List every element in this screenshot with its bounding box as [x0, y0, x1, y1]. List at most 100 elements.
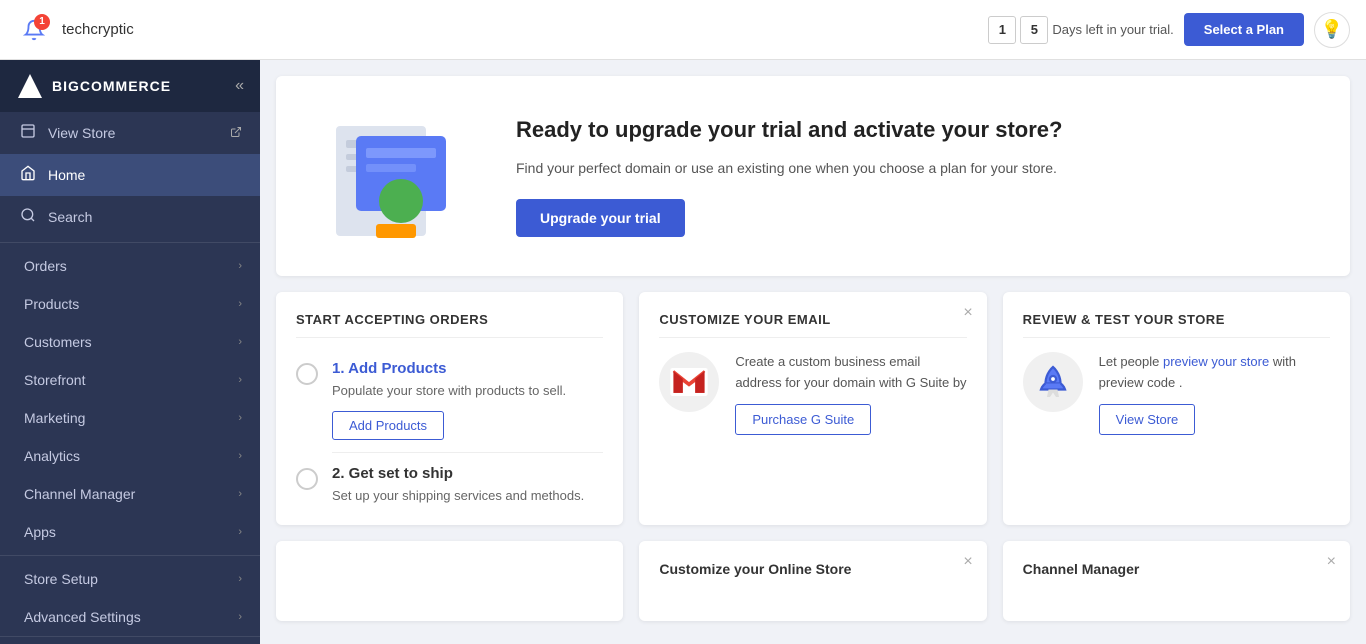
step1-content: 1. Add Products Populate your store with… — [332, 360, 566, 440]
email-card: × Customize your email — [639, 292, 986, 525]
chevron-right-icon: › — [238, 260, 242, 272]
trial-day2: 5 — [1020, 16, 1048, 44]
gmail-icon — [659, 352, 719, 412]
sidebar-item-products[interactable]: Products › — [0, 285, 260, 323]
start-orders-card: START ACCEPTING ORDERS 1. Add Products P… — [276, 292, 623, 525]
upgrade-text: Ready to upgrade your trial and activate… — [516, 115, 1310, 237]
notification-icon[interactable]: 1 — [16, 12, 52, 48]
layout: BIGCOMMERCE « View Store Home — [0, 60, 1366, 644]
sidebar-item-label: View Store — [48, 125, 220, 141]
review-card: Review & test your store Let peopl — [1003, 292, 1350, 525]
sidebar-item-customers[interactable]: Customers › — [0, 323, 260, 361]
chevron-right-icon: › — [238, 374, 242, 386]
search-icon — [18, 207, 38, 227]
email-card-body: Create a custom business email address f… — [659, 352, 966, 435]
channel-manager-card: × Channel Manager — [1003, 541, 1350, 621]
sidebar-item-label: Search — [48, 209, 242, 225]
trial-label: Days left in your trial. — [1052, 22, 1173, 37]
sidebar-divider-2 — [0, 555, 260, 556]
step2-desc: Set up your shipping services and method… — [332, 486, 584, 506]
email-desc: Create a custom business email address f… — [735, 352, 966, 394]
chevron-right-icon: › — [238, 611, 242, 623]
sidebar-item-channel-manager[interactable]: Channel Manager › — [0, 475, 260, 513]
sidebar-item-marketing[interactable]: Marketing › — [0, 399, 260, 437]
menu-item-label: Customers — [24, 334, 92, 350]
menu-item-label: Apps — [24, 524, 56, 540]
sidebar-item-store-setup[interactable]: Store Setup › — [0, 560, 260, 598]
sidebar-divider — [0, 242, 260, 243]
review-desc: Let people preview your store with previ… — [1099, 352, 1330, 394]
review-card-title: Review & test your store — [1023, 312, 1330, 338]
logo-text: BIGCOMMERCE — [52, 78, 171, 94]
main-content: Ready to upgrade your trial and activate… — [260, 60, 1366, 644]
purchase-gsuite-button[interactable]: Purchase G Suite — [735, 404, 871, 435]
trial-days: 1 5 Days left in your trial. — [988, 16, 1173, 44]
step2-content: 2. Get set to ship Set up your shipping … — [332, 465, 584, 506]
bigcommerce-logo-icon — [16, 72, 44, 100]
topbar-left: 1 techcryptic — [16, 12, 976, 48]
email-text-area: Create a custom business email address f… — [735, 352, 966, 435]
review-card-body: Let people preview your store with previ… — [1023, 352, 1330, 435]
review-text-area: Let people preview your store with previ… — [1099, 352, 1330, 435]
upgrade-trial-button[interactable]: Upgrade your trial — [516, 199, 685, 237]
topbar-right: 1 5 Days left in your trial. Select a Pl… — [988, 12, 1350, 48]
order-steps: 1. Add Products Populate your store with… — [296, 352, 603, 505]
rocket-svg — [1035, 364, 1071, 400]
channel-manager-card-close-button[interactable]: × — [1327, 553, 1336, 571]
menu-item-label: Marketing — [24, 410, 85, 426]
select-plan-button[interactable]: Select a Plan — [1184, 13, 1304, 46]
step1-title: 1. Add Products — [332, 360, 566, 377]
add-products-button[interactable]: Add Products — [332, 411, 444, 440]
logo-icon — [16, 72, 44, 100]
chevron-right-icon: › — [238, 573, 242, 585]
menu-item-label: Channel Manager — [24, 486, 135, 502]
sidebar-item-search[interactable]: Search — [0, 196, 260, 238]
sidebar-item-label: Home — [48, 167, 242, 183]
sidebar-item-apps[interactable]: Apps › — [0, 513, 260, 551]
menu-item-label: Store Setup — [24, 571, 98, 587]
logo-area: BIGCOMMERCE — [16, 72, 171, 100]
chevron-right-icon: › — [238, 450, 242, 462]
gmail-svg — [670, 368, 708, 396]
sidebar-item-orders[interactable]: Orders › — [0, 247, 260, 285]
sidebar-item-storefront[interactable]: Storefront › — [0, 361, 260, 399]
empty-card-left — [276, 541, 623, 621]
sidebar-item-advanced-settings[interactable]: Advanced Settings › — [0, 598, 260, 636]
online-store-card-title: Customize your Online Store — [659, 561, 966, 577]
chevron-right-icon: › — [238, 298, 242, 310]
upgrade-title: Ready to upgrade your trial and activate… — [516, 115, 1310, 145]
step1-desc: Populate your store with products to sel… — [332, 381, 566, 401]
menu-item-label: Storefront — [24, 372, 85, 388]
menu-item-label: Advanced Settings — [24, 609, 141, 625]
trial-day1: 1 — [988, 16, 1016, 44]
email-card-close-button[interactable]: × — [963, 304, 972, 322]
channel-manager-card-title: Channel Manager — [1023, 561, 1330, 577]
sidebar-item-home[interactable]: Home — [0, 154, 260, 196]
upgrade-svg — [316, 106, 476, 246]
chevron-right-icon: › — [238, 526, 242, 538]
store-name: techcryptic — [62, 21, 134, 38]
sidebar-item-analytics[interactable]: Analytics › — [0, 437, 260, 475]
sidebar: BIGCOMMERCE « View Store Home — [0, 60, 260, 644]
upgrade-banner: Ready to upgrade your trial and activate… — [276, 76, 1350, 276]
external-link-icon — [230, 126, 242, 141]
start-orders-card-title: START ACCEPTING ORDERS — [296, 312, 603, 338]
preview-store-link[interactable]: preview your store — [1163, 354, 1269, 369]
lightbulb-button[interactable]: 💡 — [1314, 12, 1350, 48]
store-icon — [18, 123, 38, 143]
upgrade-illustration — [316, 106, 476, 246]
menu-item-label: Products — [24, 296, 79, 312]
menu-item-label: Orders — [24, 258, 67, 274]
chevron-right-icon: › — [238, 488, 242, 500]
step2-title: 2. Get set to ship — [332, 465, 584, 482]
sidebar-item-view-store[interactable]: View Store — [0, 112, 260, 154]
online-store-card-close-button[interactable]: × — [963, 553, 972, 571]
chevron-right-icon: › — [238, 336, 242, 348]
rocket-icon — [1023, 352, 1083, 412]
upgrade-desc: Find your perfect domain or use an exist… — [516, 157, 1310, 179]
home-icon — [18, 165, 38, 185]
email-card-title: Customize your email — [659, 312, 966, 338]
collapse-sidebar-button[interactable]: « — [235, 77, 244, 95]
sidebar-logo: BIGCOMMERCE « — [0, 60, 260, 112]
view-store-button[interactable]: View Store — [1099, 404, 1196, 435]
